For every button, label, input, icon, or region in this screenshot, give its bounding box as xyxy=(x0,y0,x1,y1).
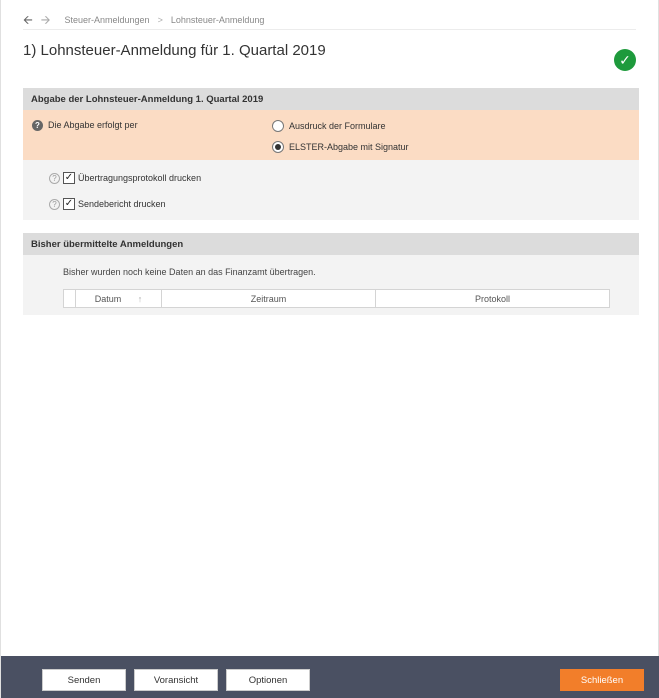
preview-button[interactable]: Voransicht xyxy=(134,669,218,691)
page-title: 1) Lohnsteuer-Anmeldung für 1. Quartal 2… xyxy=(23,42,326,59)
checkbox-protokoll[interactable]: ✓ xyxy=(63,172,75,184)
history-section: Bisher übermittelte Anmeldungen Bisher w… xyxy=(23,233,639,315)
footer-bar: Senden Voransicht Optionen Schließen xyxy=(1,656,659,698)
help-icon[interactable]: ? xyxy=(49,199,60,210)
check-circle-icon: ✓ xyxy=(614,49,636,71)
close-button[interactable]: Schließen xyxy=(560,669,644,691)
send-button[interactable]: Senden xyxy=(42,669,126,691)
submission-method-row: ? Die Abgabe erfolgt per Ausdruck der Fo… xyxy=(23,110,639,160)
breadcrumb-item-2: Lohnsteuer-Anmeldung xyxy=(170,14,265,25)
nav-bar: 🡨 🡪 Steuer-Anmeldungen > Lohnsteuer-Anme… xyxy=(23,10,636,30)
column-label: Datum xyxy=(94,293,122,304)
app-window: 🡨 🡪 Steuer-Anmeldungen > Lohnsteuer-Anme… xyxy=(0,0,659,698)
checkbox-sendebericht[interactable]: ✓ xyxy=(63,198,75,210)
checkbox-protokoll-label[interactable]: Übertragungsprotokoll drucken xyxy=(78,173,201,183)
table-row-selector-header xyxy=(63,289,76,308)
radio-elster-label[interactable]: ELSTER-Abgabe mit Signatur xyxy=(289,142,409,152)
radio-ausdruck[interactable] xyxy=(272,120,284,132)
history-header: Bisher übermittelte Anmeldungen xyxy=(23,233,639,255)
history-info: Bisher wurden noch keine Daten an das Fi… xyxy=(63,267,316,277)
column-datum[interactable]: Datum ↑ xyxy=(75,289,162,308)
method-label: Die Abgabe erfolgt per xyxy=(48,120,138,130)
column-zeitraum[interactable]: Zeitraum xyxy=(161,289,376,308)
help-icon[interactable]: ? xyxy=(49,173,60,184)
submission-header: Abgabe der Lohnsteuer-Anmeldung 1. Quart… xyxy=(23,88,639,110)
arrow-left-icon[interactable]: 🡨 xyxy=(23,14,33,26)
submission-section: Abgabe der Lohnsteuer-Anmeldung 1. Quart… xyxy=(23,88,639,220)
column-protokoll[interactable]: Protokoll xyxy=(375,289,610,308)
breadcrumb-separator: > xyxy=(157,14,163,25)
breadcrumb-item-1[interactable]: Steuer-Anmeldungen xyxy=(65,15,150,25)
history-table: Datum ↑ Zeitraum Protokoll xyxy=(63,289,610,308)
options-button[interactable]: Optionen xyxy=(226,669,310,691)
sort-icon[interactable]: ↑ xyxy=(138,294,143,304)
arrow-right-icon[interactable]: 🡪 xyxy=(41,14,51,26)
radio-ausdruck-label[interactable]: Ausdruck der Formulare xyxy=(289,121,386,131)
radio-elster[interactable] xyxy=(272,141,284,153)
checkbox-sendebericht-label[interactable]: Sendebericht drucken xyxy=(78,199,166,209)
help-icon[interactable]: ? xyxy=(32,120,43,131)
